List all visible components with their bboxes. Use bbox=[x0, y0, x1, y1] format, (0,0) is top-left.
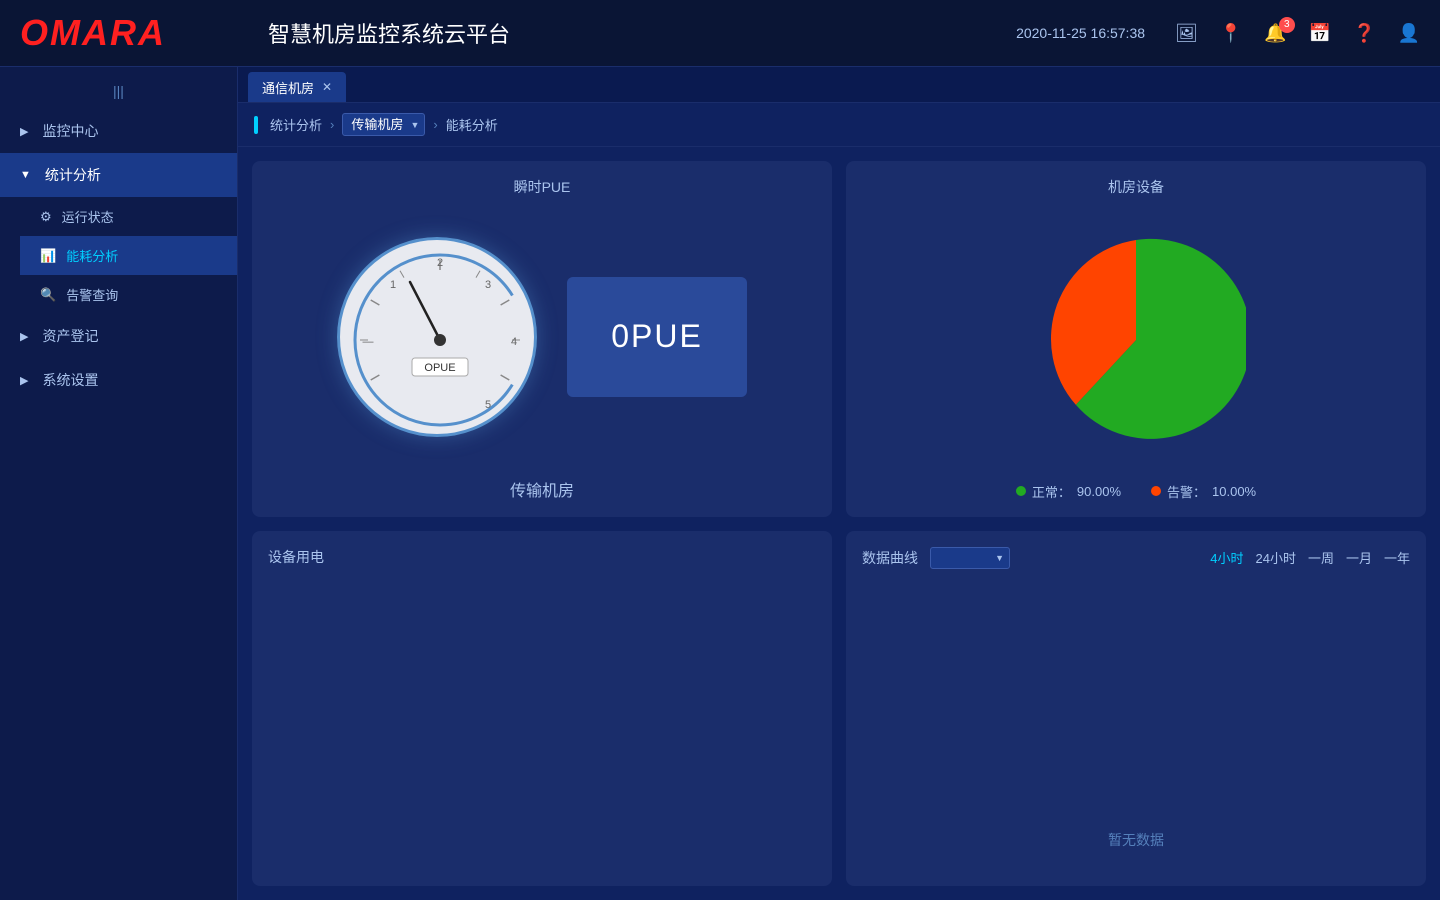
legend-normal-label: 正常： bbox=[1032, 482, 1071, 501]
gear-icon: ⚙ bbox=[40, 209, 52, 225]
svg-text:2: 2 bbox=[437, 257, 443, 269]
filter-24h[interactable]: 24小时 bbox=[1255, 548, 1295, 567]
sidebar-item-operation[interactable]: ⚙ 运行状态 bbox=[20, 197, 237, 236]
pue-inner: 1 — 2 3 4 5 OPUE bbox=[268, 207, 816, 467]
sidebar-sub-label: 运行状态 bbox=[62, 207, 114, 226]
help-icon[interactable]: ❓ bbox=[1353, 23, 1375, 44]
header: OMARA 智慧机房监控系统云平台 2020-11-25 16:57:38 🖼 … bbox=[0, 0, 1440, 67]
filter-month[interactable]: 一月 bbox=[1346, 548, 1372, 567]
tabs-bar: 通信机房 ✕ bbox=[238, 67, 1440, 103]
breadcrumb-sep-2: › bbox=[433, 117, 437, 132]
calendar-icon[interactable]: 📅 bbox=[1309, 23, 1331, 44]
equipment-card: 机房设备 正常： 90.00% bbox=[846, 161, 1426, 517]
alert-badge: 3 bbox=[1279, 17, 1295, 33]
header-icons: 🖼 📍 🔔 3 📅 ❓ 👤 bbox=[1175, 23, 1420, 44]
datetime: 2020-11-25 16:57:38 bbox=[1016, 25, 1145, 41]
arrow-icon: ▶ bbox=[20, 125, 28, 138]
sidebar-collapse[interactable]: ||| bbox=[0, 77, 237, 109]
layout: ||| ▶ 监控中心 ▼ 统计分析 ⚙ 运行状态 📊 能耗分析 🔍 告警查询 ▶ bbox=[0, 67, 1440, 900]
sidebar-sub-label: 能耗分析 bbox=[66, 246, 118, 265]
legend-normal: 正常： 90.00% bbox=[1016, 482, 1121, 501]
sidebar-item-label: 统计分析 bbox=[45, 165, 101, 185]
sidebar: ||| ▶ 监控中心 ▼ 统计分析 ⚙ 运行状态 📊 能耗分析 🔍 告警查询 ▶ bbox=[0, 67, 238, 900]
breadcrumb-sep-1: › bbox=[330, 117, 334, 132]
filter-4h[interactable]: 4小时 bbox=[1210, 548, 1243, 567]
breadcrumb-room-select[interactable]: 传输机房 核心机房 数据机房 bbox=[342, 113, 425, 136]
equipment-card-title: 机房设备 bbox=[1108, 177, 1164, 197]
pue-value-box: 0PUE bbox=[567, 277, 747, 397]
pie-wrap bbox=[1026, 207, 1246, 474]
pie-legend: 正常： 90.00% 告警： 10.00% bbox=[1016, 482, 1256, 501]
user-icon[interactable]: 👤 bbox=[1398, 23, 1420, 44]
electricity-content bbox=[268, 577, 816, 871]
arrow-icon: ▼ bbox=[20, 169, 31, 181]
sidebar-item-settings[interactable]: ▶ 系统设置 bbox=[0, 358, 237, 402]
equipment-pie-chart bbox=[1026, 230, 1246, 450]
legend-normal-dot bbox=[1016, 486, 1026, 496]
svg-text:5: 5 bbox=[485, 399, 491, 411]
sidebar-item-energy[interactable]: 📊 能耗分析 bbox=[20, 236, 237, 275]
sidebar-item-assets[interactable]: ▶ 资产登记 bbox=[0, 314, 237, 358]
svg-text:—: — bbox=[363, 336, 374, 348]
tab-close-button[interactable]: ✕ bbox=[322, 80, 332, 94]
svg-text:3: 3 bbox=[485, 279, 491, 291]
pue-card: 瞬时PUE bbox=[252, 161, 832, 517]
sidebar-item-statistics[interactable]: ▼ 统计分析 bbox=[0, 153, 237, 197]
tab-communication[interactable]: 通信机房 ✕ bbox=[248, 72, 346, 102]
datacurve-card: 数据曲线 4小时 24小时 一周 一月 一年 bbox=[846, 531, 1426, 887]
sidebar-item-alert[interactable]: 🔍 告警查询 bbox=[20, 275, 237, 314]
svg-text:4: 4 bbox=[511, 336, 517, 348]
filter-year[interactable]: 一年 bbox=[1384, 548, 1410, 567]
pue-gauge: 1 — 2 3 4 5 OPUE bbox=[337, 237, 537, 437]
electricity-card-title: 设备用电 bbox=[268, 547, 816, 567]
svg-text:OPUE: OPUE bbox=[424, 362, 455, 374]
breadcrumb-energy: 能耗分析 bbox=[446, 115, 498, 134]
location-icon[interactable]: 📍 bbox=[1220, 23, 1242, 44]
breadcrumb-statistics: 统计分析 bbox=[270, 115, 322, 134]
sidebar-item-label: 系统设置 bbox=[42, 370, 98, 390]
sidebar-sub-label: 告警查询 bbox=[66, 285, 118, 304]
sidebar-item-label: 监控中心 bbox=[42, 121, 98, 141]
sidebar-sub-statistics: ⚙ 运行状态 📊 能耗分析 🔍 告警查询 bbox=[0, 197, 237, 314]
filter-week[interactable]: 一周 bbox=[1308, 548, 1334, 567]
sidebar-item-label: 资产登记 bbox=[42, 326, 98, 346]
arrow-icon: ▶ bbox=[20, 374, 28, 387]
legend-alert-value: 10.00% bbox=[1212, 484, 1256, 499]
chart-icon: 📊 bbox=[40, 248, 56, 264]
page-title: 智慧机房监控系统云平台 bbox=[258, 17, 1016, 49]
sidebar-item-monitor[interactable]: ▶ 监控中心 bbox=[0, 109, 237, 153]
gauge-circle: 1 — 2 3 4 5 OPUE bbox=[337, 237, 537, 437]
electricity-card: 设备用电 bbox=[252, 531, 832, 887]
no-data-text: 暂无数据 bbox=[862, 579, 1410, 871]
curve-select[interactable] bbox=[930, 547, 1010, 569]
time-filter: 4小时 24小时 一周 一月 一年 bbox=[1210, 548, 1410, 567]
content-grid: 瞬时PUE bbox=[238, 147, 1440, 900]
pue-card-title: 瞬时PUE bbox=[514, 177, 571, 197]
legend-alert-label: 告警： bbox=[1167, 482, 1206, 501]
legend-alert: 告警： 10.00% bbox=[1151, 482, 1256, 501]
datacurve-card-title: 数据曲线 bbox=[862, 548, 918, 568]
room-label: 传输机房 bbox=[510, 477, 574, 501]
datacurve-header: 数据曲线 4小时 24小时 一周 一月 一年 bbox=[862, 547, 1410, 569]
breadcrumb-bar bbox=[254, 116, 258, 134]
breadcrumb: 统计分析 › 传输机房 核心机房 数据机房 › 能耗分析 bbox=[238, 103, 1440, 147]
search-icon: 🔍 bbox=[40, 287, 56, 303]
legend-alert-dot bbox=[1151, 486, 1161, 496]
logo-text: OMARA bbox=[20, 12, 166, 54]
breadcrumb-select-wrap: 传输机房 核心机房 数据机房 bbox=[342, 113, 425, 136]
main-content: 通信机房 ✕ 统计分析 › 传输机房 核心机房 数据机房 › 能耗分析 瞬 bbox=[238, 67, 1440, 900]
gauge-ticks-svg: 1 — 2 3 4 5 OPUE bbox=[340, 240, 540, 440]
image-icon[interactable]: 🖼 bbox=[1175, 23, 1198, 44]
legend-normal-value: 90.00% bbox=[1077, 484, 1121, 499]
arrow-icon: ▶ bbox=[20, 330, 28, 343]
alert-icon[interactable]: 🔔 3 bbox=[1264, 23, 1286, 44]
logo: OMARA bbox=[20, 12, 258, 54]
svg-text:1: 1 bbox=[390, 279, 396, 291]
tab-label: 通信机房 bbox=[262, 78, 314, 97]
curve-select-wrap bbox=[930, 547, 1010, 569]
